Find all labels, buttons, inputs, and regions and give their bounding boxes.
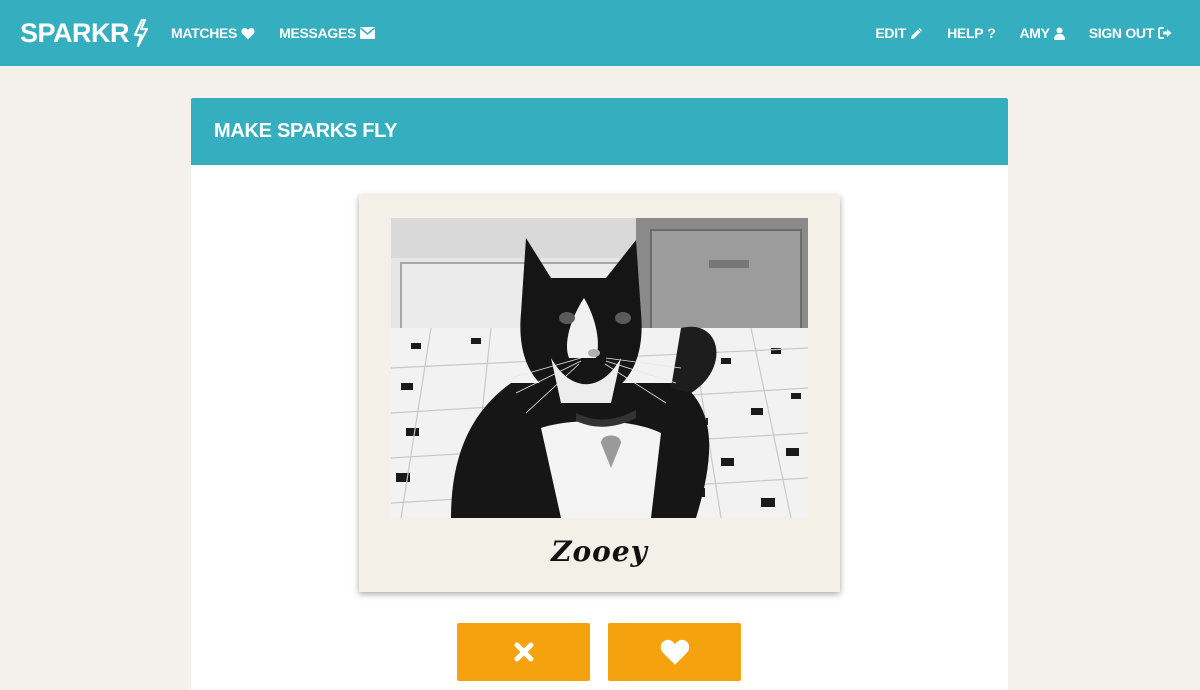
nav-edit-label: EDIT xyxy=(875,25,907,41)
pencil-icon xyxy=(910,27,923,40)
heart-icon xyxy=(660,639,689,665)
like-button[interactable] xyxy=(608,623,741,681)
nav-sign-out-link[interactable]: SIGN OUT xyxy=(1089,25,1172,41)
brand-logo[interactable]: SPARKR xyxy=(20,18,149,49)
nav-sign-out-label: SIGN OUT xyxy=(1088,25,1155,41)
envelope-icon xyxy=(360,27,376,39)
nav-edit-link[interactable]: EDIT xyxy=(875,25,923,41)
sign-out-icon xyxy=(1158,27,1172,39)
nav-help-label: HELP xyxy=(947,25,984,41)
times-icon xyxy=(514,642,533,662)
nav-help-link[interactable]: HELP ? xyxy=(947,25,996,41)
nav-messages-label: MESSAGES xyxy=(279,25,357,41)
lightning-bolt-icon xyxy=(133,19,149,47)
brand-name: SPARKR xyxy=(20,17,130,48)
panel-title: MAKE SPARKS FLY xyxy=(214,120,398,142)
profile-photo xyxy=(391,218,808,518)
reject-button[interactable] xyxy=(457,623,590,681)
top-navbar: SPARKR MATCHES MESSAGES EDIT HELP ? AMY xyxy=(0,0,1200,66)
nav-matches-label: MATCHES xyxy=(171,25,238,41)
nav-user-link[interactable]: AMY xyxy=(1020,25,1065,41)
nav-messages-link[interactable]: MESSAGES xyxy=(279,25,376,41)
cat-photo-illustration xyxy=(391,218,808,518)
question-icon: ? xyxy=(987,25,996,41)
profile-name: Zooey xyxy=(551,535,648,568)
user-icon xyxy=(1053,27,1065,40)
match-panel: MAKE SPARKS FLY Zooey xyxy=(191,98,1008,690)
panel-header: MAKE SPARKS FLY xyxy=(191,98,1008,165)
nav-user-label: AMY xyxy=(1019,25,1051,41)
nav-matches-link[interactable]: MATCHES xyxy=(171,25,255,41)
heart-icon xyxy=(241,27,255,40)
profile-card: Zooey xyxy=(359,195,840,592)
